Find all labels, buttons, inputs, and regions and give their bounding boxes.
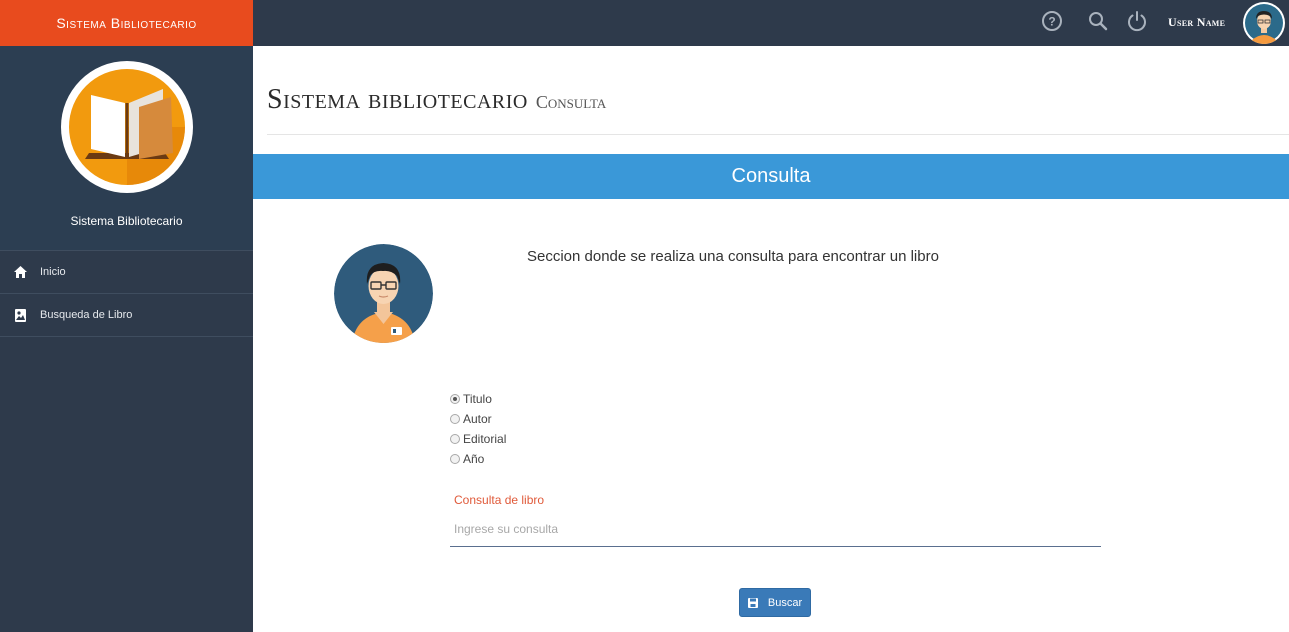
search-type-options: Titulo Autor Editorial Año [450, 389, 506, 469]
radio-button[interactable] [450, 454, 460, 464]
power-icon[interactable] [1125, 9, 1149, 33]
brand-title: Sistema Bibliotecario [56, 15, 197, 31]
radio-button[interactable] [450, 434, 460, 444]
panel-description: Seccion donde se realiza una consulta pa… [527, 248, 939, 265]
panel-header: Consulta [253, 154, 1289, 199]
save-icon [747, 597, 758, 608]
radio-label: Titulo [463, 392, 492, 406]
user-avatar[interactable] [1243, 2, 1285, 44]
radio-button[interactable] [450, 414, 460, 424]
radio-editorial[interactable]: Editorial [450, 429, 506, 449]
sidebar: Sistema Bibliotecario Sistema Biblioteca… [0, 0, 253, 632]
sidebar-item-label: Busqueda de Libro [40, 309, 133, 321]
radio-anio[interactable]: Año [450, 449, 506, 469]
query-input[interactable] [450, 512, 1101, 547]
profile-name: Sistema Bibliotecario [70, 214, 183, 228]
search-button[interactable]: Buscar [739, 588, 811, 617]
open-book-icon [68, 69, 185, 185]
sidebar-item-busqueda[interactable]: Busqueda de Libro [0, 294, 253, 337]
home-icon [13, 265, 27, 279]
radio-label: Editorial [463, 432, 507, 446]
sidebar-item-label: Inicio [40, 266, 66, 278]
page-title-main: Sistema bibliotecario [267, 84, 528, 115]
radio-titulo[interactable]: Titulo [450, 389, 506, 409]
search-button-label: Buscar [767, 596, 803, 609]
image-icon [13, 308, 27, 322]
top-bar: ? User Name [253, 0, 1289, 46]
panel-header-title: Consulta [731, 165, 811, 187]
brand-header[interactable]: Sistema Bibliotecario [0, 0, 253, 46]
help-icon[interactable]: ? [1040, 9, 1064, 33]
sidebar-item-inicio[interactable]: Inicio [0, 251, 253, 294]
user-name[interactable]: User Name [1168, 15, 1225, 30]
library-logo [60, 61, 193, 193]
search-icon[interactable] [1086, 9, 1110, 33]
sidebar-profile: Sistema Bibliotecario [0, 46, 253, 251]
radio-label: Autor [463, 412, 492, 426]
radio-label: Año [463, 452, 485, 466]
svg-text:?: ? [1048, 15, 1055, 29]
divider [267, 134, 1289, 135]
query-field-label: Consulta de libro [454, 493, 545, 507]
radio-button[interactable] [450, 394, 460, 404]
page-title: Sistema bibliotecario Consulta [267, 84, 606, 116]
page-subtitle: Consulta [535, 92, 607, 112]
radio-autor[interactable]: Autor [450, 409, 506, 429]
librarian-avatar [334, 244, 433, 343]
